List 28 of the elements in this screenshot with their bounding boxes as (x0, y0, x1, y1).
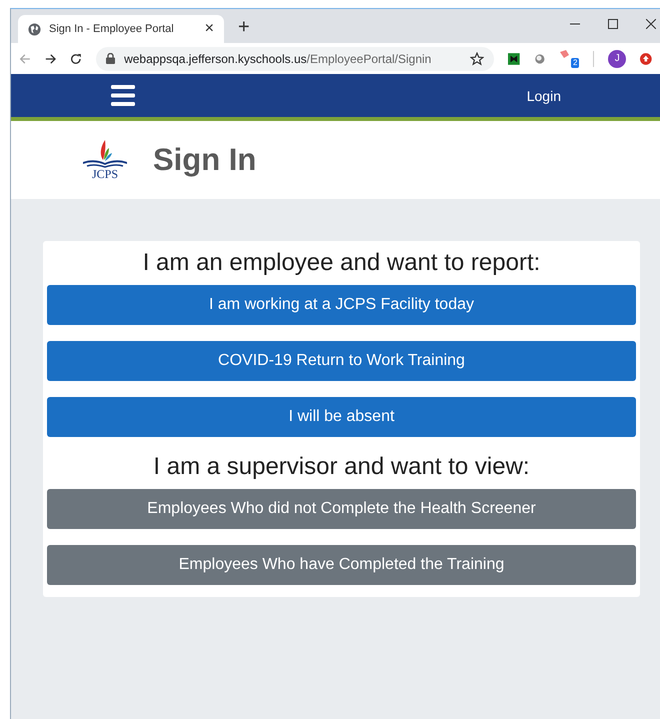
lock-icon (106, 53, 116, 64)
section-heading: I am an employee and want to report: (142, 249, 542, 277)
logo-text: JCPS (92, 168, 118, 180)
action-button[interactable]: Employees Who did not Complete the Health Screener (47, 489, 636, 529)
star-icon[interactable] (470, 52, 484, 66)
address-field[interactable]: webappsqa.jefferson.kyschools.us/EmployeePortal/Signin (96, 46, 494, 70)
action-button[interactable]: COVID-19 Return to Work Training (47, 341, 636, 381)
extension-icon[interactable] (508, 52, 520, 66)
section-heading: I am a supervisor and want to view: (152, 453, 531, 481)
action-button[interactable]: I am working at a JCPS Facility today (47, 285, 636, 325)
close-tab-button[interactable]: × (204, 20, 214, 38)
maximize-icon[interactable] (608, 19, 618, 29)
flame-book-icon (81, 140, 129, 168)
action-button[interactable]: I will be absent (47, 397, 636, 437)
profile-avatar[interactable]: J (608, 50, 626, 68)
new-tab-button[interactable]: + (238, 16, 250, 39)
page-title: Sign In (153, 142, 256, 178)
menu-icon[interactable] (111, 85, 135, 106)
extension-badge: 2 (570, 58, 580, 68)
browser-tab[interactable]: Sign In - Employee Portal × (18, 15, 224, 43)
extension-button[interactable]: 2 (559, 49, 580, 68)
reload-icon[interactable] (70, 52, 82, 66)
globe-icon (28, 22, 41, 36)
action-button[interactable]: Employees Who have Completed the Training (47, 545, 636, 585)
close-icon[interactable] (646, 19, 656, 29)
login-link[interactable]: Login (526, 88, 561, 104)
tab-title: Sign In - Employee Portal (49, 23, 175, 35)
forward-icon[interactable] (44, 52, 56, 66)
